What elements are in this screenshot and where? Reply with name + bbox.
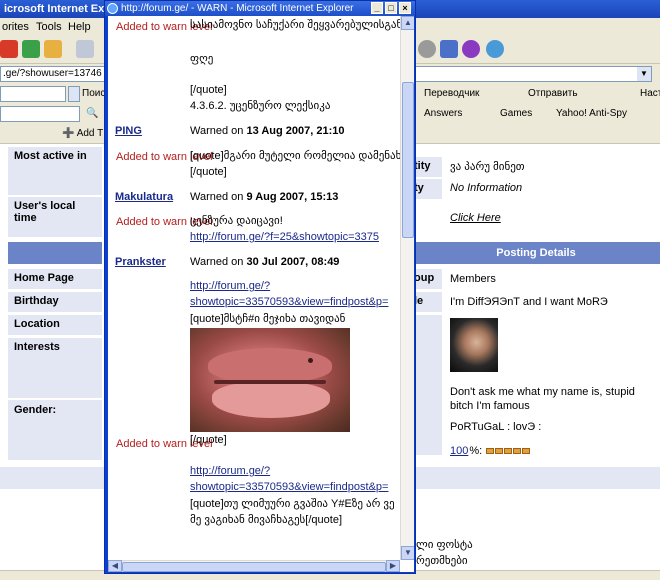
topic-link[interactable]: http://forum.ge/? bbox=[190, 465, 270, 478]
percent-link[interactable]: 100 bbox=[450, 445, 468, 457]
people-icon[interactable] bbox=[486, 40, 504, 58]
search-icon[interactable] bbox=[76, 40, 94, 58]
warned-date: Warned on 9 Aug 2007, 15:13 bbox=[190, 191, 339, 203]
group-value: Members bbox=[450, 273, 496, 285]
title-value: I'm DiffЭЯЭnT and I want MoRЭ bbox=[450, 296, 608, 308]
activity-label: tity bbox=[412, 157, 442, 177]
translator-button[interactable]: Переводчик bbox=[424, 87, 479, 101]
refresh-icon[interactable] bbox=[22, 40, 40, 58]
most-active-label: Most active in bbox=[8, 147, 102, 195]
warned-date: Warned on 30 Jul 2007, 08:49 bbox=[190, 256, 340, 268]
media-icon[interactable] bbox=[418, 40, 436, 58]
toolbar-search-field[interactable] bbox=[0, 86, 66, 102]
entry-text: [quote]მგარი მუტელი რომელია დამენახ bbox=[190, 150, 400, 162]
entry-text: [quote]თუ ლიმუური გვაშია Y#Eზე არ ვე bbox=[190, 498, 395, 510]
scroll-right-icon[interactable]: ▶ bbox=[386, 560, 400, 572]
username-link[interactable]: Makulatura bbox=[115, 191, 173, 203]
warn-popup-window: http://forum.ge/ - WARN - Microsoft Inte… bbox=[104, 0, 416, 574]
add-tab-button[interactable]: ➕ Add T bbox=[62, 127, 103, 141]
yahoo-search-field[interactable] bbox=[0, 106, 80, 122]
username-link[interactable]: Prankster bbox=[115, 256, 166, 268]
anti-spy-button[interactable]: Yahoo! Anti-Spy bbox=[556, 107, 627, 121]
messenger-icon[interactable] bbox=[440, 40, 458, 58]
toolbar-search-label[interactable]: Поис bbox=[82, 87, 105, 101]
warned-date: Warned on 13 Aug 2007, 21:10 bbox=[190, 125, 345, 137]
home-icon[interactable] bbox=[44, 40, 62, 58]
posting-details-header: Posting Details bbox=[412, 242, 660, 264]
chevron-down-icon[interactable] bbox=[68, 86, 80, 102]
quoted-image bbox=[190, 328, 350, 432]
popup-title-text: http://forum.ge/ - WARN - Microsoft Inte… bbox=[121, 3, 354, 14]
home-page-label: Home Page bbox=[8, 269, 102, 289]
settings-button[interactable]: Наст bbox=[640, 87, 660, 101]
about-me-text: Don't ask me what my name is, stupid bit… bbox=[450, 386, 635, 412]
popup-title-bar[interactable]: http://forum.ge/ - WARN - Microsoft Inte… bbox=[105, 1, 415, 16]
title-label: le bbox=[412, 292, 442, 312]
chevron-down-icon[interactable]: ▼ bbox=[637, 67, 651, 81]
left-header-bar bbox=[8, 242, 102, 264]
minimize-button[interactable]: _ bbox=[371, 2, 383, 14]
entry-text: [/quote] bbox=[190, 166, 227, 178]
yahoo-icon[interactable] bbox=[462, 40, 480, 58]
entry-text: 4.3.6.2. უცენზურო ლექსიკა bbox=[190, 100, 331, 112]
user-avatar bbox=[450, 318, 498, 372]
signature-text: PoRTuGaL : lovЭ : bbox=[450, 421, 542, 433]
topic-link[interactable]: showtopic=33570593&view=findpost&p= bbox=[190, 481, 388, 494]
entry-text: [/quote] bbox=[190, 434, 227, 446]
ty-value: No Information bbox=[450, 182, 523, 194]
close-button[interactable]: × bbox=[399, 2, 411, 14]
topic-link[interactable]: showtopic=33570593&view=findpost&p= bbox=[190, 296, 388, 309]
maximize-button[interactable]: □ bbox=[385, 2, 397, 14]
menu-help[interactable]: Help bbox=[68, 18, 91, 36]
topic-link[interactable]: http://forum.ge/? bbox=[190, 280, 270, 293]
entry-text: [quote]მსტჩ#ი მეჯიხა თავიდან bbox=[190, 313, 346, 325]
vertical-scrollbar[interactable]: ▲ ▼ bbox=[400, 16, 414, 560]
bottom-text-1: ლი ფოსტა bbox=[416, 539, 473, 551]
menu-tools[interactable]: Tools bbox=[36, 18, 62, 36]
ie-icon bbox=[107, 3, 118, 14]
group-label: oup bbox=[412, 269, 442, 289]
topic-link[interactable]: http://forum.ge/?f=25&showtopic=3375 bbox=[190, 231, 379, 244]
entry-text: ფღე bbox=[190, 53, 214, 65]
entry-text: სასიამოვნო საჩუქარი შეყვარებულისგან[/ bbox=[190, 19, 400, 31]
entry-text: მე ვაგიხან მივაჩხაგეს[/quote] bbox=[190, 514, 343, 526]
answers-button[interactable]: Answers bbox=[424, 107, 462, 121]
details-label-column bbox=[412, 315, 442, 455]
search-icon[interactable]: 🔍 bbox=[86, 107, 98, 121]
games-button[interactable]: Games bbox=[500, 107, 532, 121]
stop-icon[interactable] bbox=[0, 40, 18, 58]
bottom-text-2: რეთმხები bbox=[416, 555, 468, 567]
location-label: Location bbox=[8, 315, 102, 335]
scroll-thumb[interactable] bbox=[122, 562, 386, 572]
warn-list: Added to warn level სასიამოვნო საჩუქარი … bbox=[108, 16, 400, 560]
scroll-down-icon[interactable]: ▼ bbox=[401, 546, 414, 560]
scroll-thumb[interactable] bbox=[402, 82, 414, 238]
click-here-link[interactable]: Click Here bbox=[450, 212, 501, 224]
entry-text: ცენზურა დაიცავი! bbox=[190, 215, 283, 227]
send-button[interactable]: Отправить bbox=[528, 87, 578, 101]
scroll-up-icon[interactable]: ▲ bbox=[401, 16, 414, 30]
local-time-label: User's local time bbox=[8, 197, 102, 237]
popup-body: Added to warn level სასიამოვნო საჩუქარი … bbox=[108, 16, 414, 572]
gender-label: Gender: bbox=[8, 400, 102, 460]
interests-label: Interests bbox=[8, 338, 102, 398]
activity-value: ვა პარუ მინეთ bbox=[450, 161, 525, 173]
username-link[interactable]: PING bbox=[115, 125, 142, 137]
percent-rating: 100%: bbox=[450, 445, 531, 457]
scroll-left-icon[interactable]: ◀ bbox=[108, 560, 122, 572]
entry-text: [/quote] bbox=[190, 84, 227, 96]
ty-label: ty bbox=[412, 179, 442, 199]
menu-favorites[interactable]: orites bbox=[2, 18, 29, 36]
horizontal-scrollbar[interactable]: ◀ ▶ bbox=[108, 560, 400, 572]
birthday-label: Birthday bbox=[8, 292, 102, 312]
